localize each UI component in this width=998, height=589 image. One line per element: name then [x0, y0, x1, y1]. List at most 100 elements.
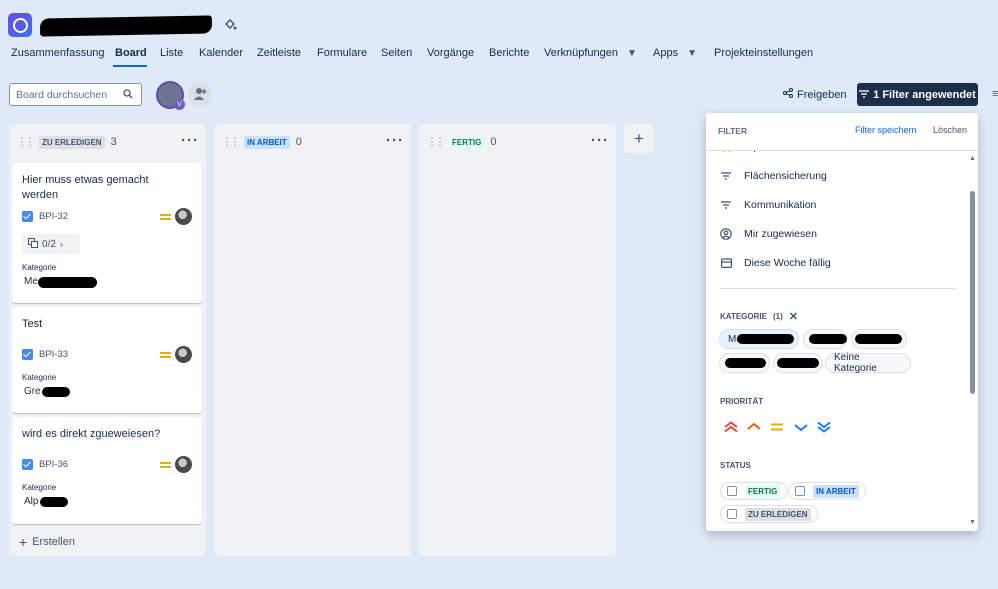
assignee-avatar[interactable]	[175, 208, 192, 225]
issue-card[interactable]: wird es direkt zgueweiesen? BPI-36 Kateg…	[12, 417, 202, 524]
column-count: 0	[295, 136, 302, 148]
priority-section-label: PRIORITÄT	[720, 397, 764, 406]
project-logo-icon[interactable]	[8, 13, 32, 37]
task-checkbox-icon	[22, 211, 33, 222]
search-icon	[123, 89, 133, 102]
priority-highest-icon[interactable]	[724, 420, 738, 438]
nav-active-indicator	[113, 65, 147, 67]
column-header: ⋮⋮ IN ARBEIT 0	[222, 135, 302, 149]
priority-low-icon[interactable]	[794, 420, 808, 438]
card-key[interactable]: BPI-33	[39, 349, 68, 360]
paint-bucket-icon[interactable]	[224, 18, 237, 34]
quick-filter-mir-zugewiesen[interactable]: Mir zugewiesen	[720, 228, 817, 240]
status-filter-in-arbeit[interactable]: IN ARBEIT	[788, 482, 866, 500]
priority-high-icon[interactable]	[747, 420, 761, 438]
nav-board[interactable]: Board	[115, 47, 147, 59]
issue-card[interactable]: Hier muss etwas gemacht werden BPI-32 0/…	[12, 163, 202, 303]
category-chip-none[interactable]: Keine Kategorie	[825, 352, 911, 374]
nav-apps[interactable]: Apps ▼	[653, 47, 697, 59]
priority-lowest-icon[interactable]	[817, 420, 831, 438]
filter-panel-title: FILTER	[718, 126, 748, 136]
category-chip-label: Keine Kategorie	[834, 352, 877, 374]
filter-panel: FILTER Filter speichern Löschen Alp Run …	[706, 113, 978, 531]
scroll-thumb[interactable]	[970, 191, 975, 394]
column-header: ⋮⋮ ZU ERLEDIGEN 3	[17, 135, 117, 149]
category-section-title: KATEGORIE	[720, 312, 767, 321]
checkbox	[727, 509, 737, 519]
share-label: Freigeben	[797, 88, 847, 101]
filter-button[interactable]: 1 Filter angewendet	[857, 83, 978, 106]
priority-medium-icon[interactable]	[770, 420, 784, 438]
column-more-icon[interactable]: ···	[181, 132, 199, 149]
scroll-down-icon[interactable]: ▼	[969, 519, 976, 526]
quick-filter-diese-woche[interactable]: Diese Woche fällig	[720, 257, 831, 269]
card-key-row: BPI-36	[22, 459, 68, 470]
nav-vorgaenge[interactable]: Vorgänge	[427, 47, 474, 59]
user-circle-icon	[720, 228, 732, 240]
nav-formulare[interactable]: Formulare	[317, 47, 367, 59]
subtask-count: 0/2	[42, 238, 56, 250]
status-lozenge: ZU ERLEDIGEN	[39, 135, 105, 149]
subtask-icon	[28, 237, 38, 251]
category-section-count: (1)	[772, 312, 783, 321]
card-key[interactable]: BPI-36	[39, 459, 68, 470]
redaction	[737, 334, 794, 344]
redaction	[38, 277, 97, 288]
user-avatar[interactable]: V	[156, 81, 185, 110]
column-done: ⋮⋮ FERTIG 0 ···	[419, 124, 616, 556]
search-placeholder: Board durchsuchen	[16, 89, 108, 101]
board-search-input[interactable]: Board durchsuchen	[9, 83, 142, 106]
filter-lines-icon	[720, 199, 732, 211]
category-label: Kategorie	[22, 483, 57, 492]
nav-zusammenfassung[interactable]: Zusammenfassung	[11, 47, 105, 59]
add-column-button[interactable]: +	[624, 124, 654, 153]
assignee-avatar[interactable]	[175, 456, 192, 473]
category-section-label: KATEGORIE (1) ✕	[720, 310, 798, 323]
drag-handle-icon[interactable]: ⋮⋮	[427, 137, 445, 148]
save-filter-button[interactable]: Filter speichern	[855, 125, 917, 135]
scroll-up-icon[interactable]: ▲	[969, 155, 976, 162]
chevron-down-icon: ▼	[627, 48, 637, 59]
quick-filter-kommunikation[interactable]: Kommunikation	[720, 199, 816, 211]
nav-verknuepfungen[interactable]: Verknüpfungen ▼	[544, 47, 637, 59]
nav-seiten[interactable]: Seiten	[381, 47, 412, 59]
card-key-row: BPI-32	[22, 211, 68, 222]
redaction	[725, 358, 766, 368]
status-lozenge: IN ARBEIT	[813, 484, 859, 498]
clear-filter-button[interactable]: Löschen	[933, 125, 967, 135]
add-people-icon[interactable]	[188, 82, 212, 106]
column-header: ⋮⋮ FERTIG 0	[427, 135, 496, 149]
assignee-avatar[interactable]	[175, 346, 192, 363]
nav-projekteinstellungen[interactable]: Projekteinstellungen	[714, 47, 813, 59]
status-filter-fertig[interactable]: FERTIG	[720, 482, 788, 500]
column-more-icon[interactable]: ···	[591, 132, 609, 149]
priority-medium-icon	[160, 462, 171, 468]
redaction	[40, 497, 68, 507]
status-filter-zu-erledigen[interactable]: ZU ERLEDIGEN	[720, 505, 818, 523]
close-icon[interactable]: ✕	[789, 310, 798, 323]
drag-handle-icon[interactable]: ⋮⋮	[222, 137, 240, 148]
share-button[interactable]: Freigeben	[783, 88, 847, 101]
create-button[interactable]: + Erstellen	[19, 534, 75, 550]
checkbox	[727, 486, 737, 496]
status-section-label: STATUS	[720, 461, 751, 470]
subtask-toggle[interactable]: 0/2 ›	[22, 234, 80, 254]
column-more-icon[interactable]: ···	[386, 132, 404, 149]
quick-filter-label: Diese Woche fällig	[744, 257, 831, 269]
status-lozenge: ZU ERLEDIGEN	[745, 507, 811, 521]
nav-kalender[interactable]: Kalender	[199, 47, 243, 59]
priority-medium-icon	[160, 352, 171, 358]
category-value: Alp	[24, 496, 39, 507]
filter-panel-scrollbar[interactable]: ▲ ▼	[969, 153, 977, 529]
status-lozenge: IN ARBEIT	[244, 135, 290, 149]
card-title: wird es direkt zgueweiesen?	[22, 428, 161, 440]
more-options-icon[interactable]: ≡	[992, 88, 998, 100]
issue-card[interactable]: Test BPI-33 Kategorie Gre	[12, 307, 202, 413]
card-key[interactable]: BPI-32	[39, 211, 68, 222]
nav-zeitleiste[interactable]: Zeitleiste	[257, 47, 301, 59]
quick-filter-flaechensicherung[interactable]: Flächensicherung	[720, 170, 827, 182]
drag-handle-icon[interactable]: ⋮⋮	[17, 137, 35, 148]
filter-button-label: 1 Filter angewendet	[873, 88, 976, 101]
nav-liste[interactable]: Liste	[160, 47, 183, 59]
nav-berichte[interactable]: Berichte	[489, 47, 529, 59]
